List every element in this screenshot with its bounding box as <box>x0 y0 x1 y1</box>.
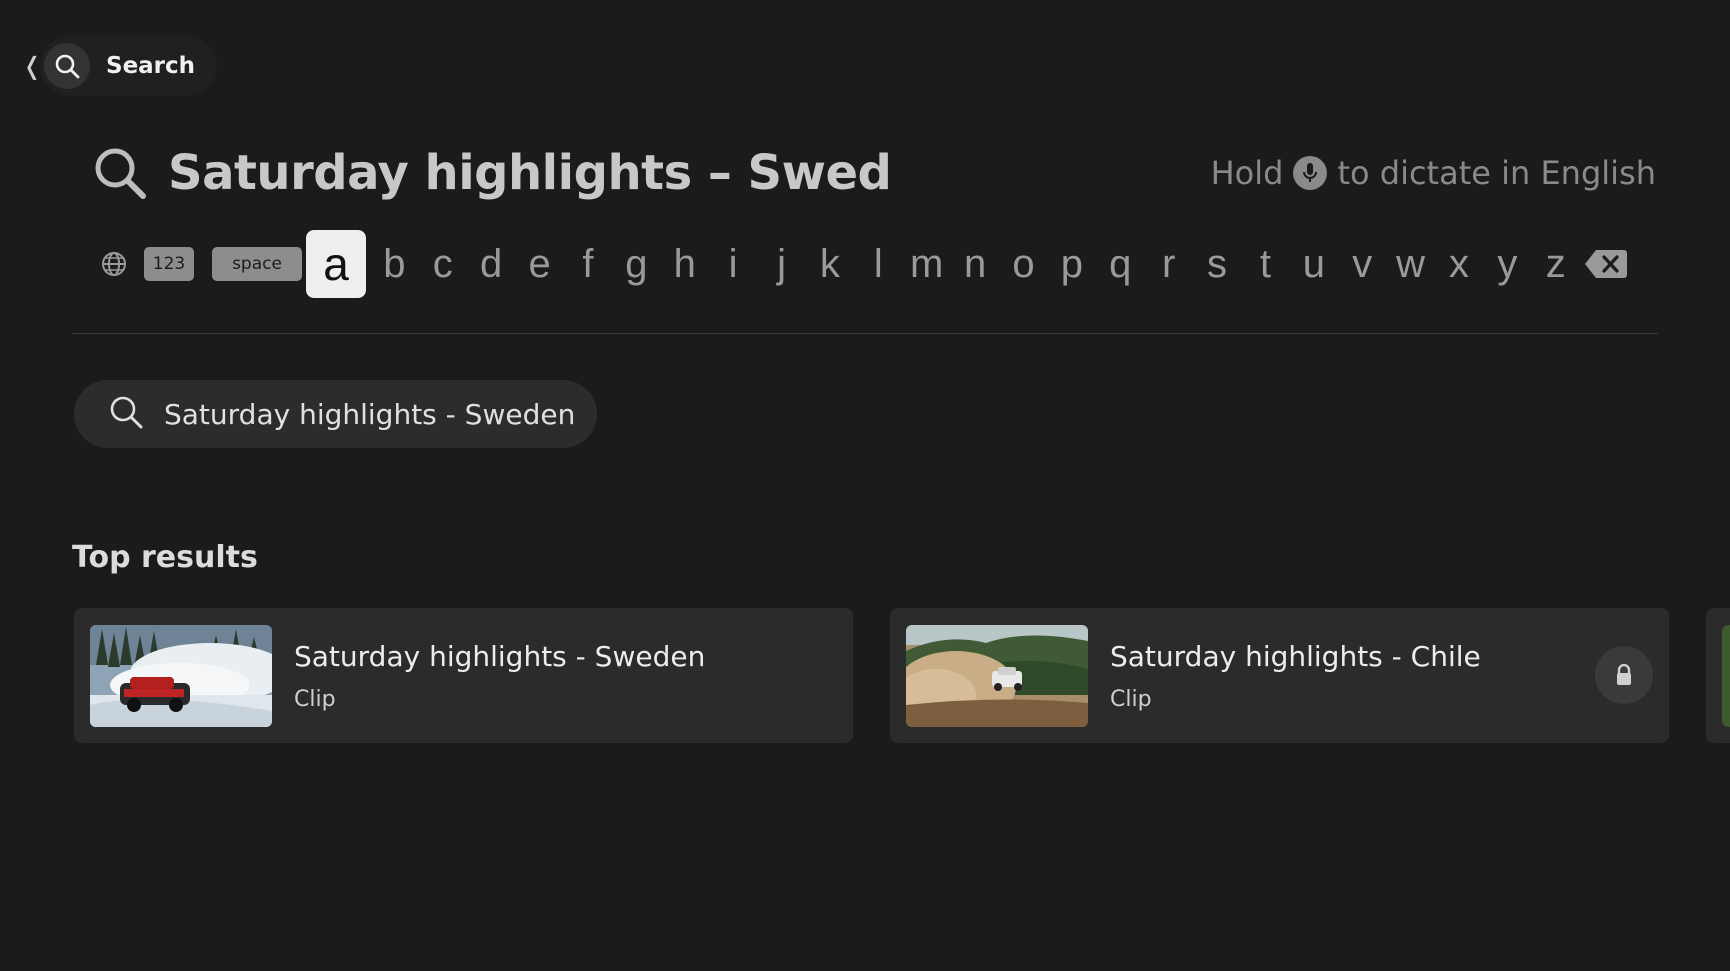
keyboard-divider <box>72 333 1658 334</box>
nav-search-pill[interactable]: Search <box>40 36 218 96</box>
key-j[interactable]: j <box>762 242 802 287</box>
backspace-icon[interactable] <box>1584 247 1628 281</box>
key-n[interactable]: n <box>955 242 995 287</box>
space-key[interactable]: space <box>212 247 302 281</box>
thumbnail-image-peek <box>1722 624 1730 727</box>
key-b[interactable]: b <box>374 242 414 287</box>
suggestion-text: Saturday highlights - Sweden <box>164 397 576 431</box>
key-s[interactable]: s <box>1197 242 1237 287</box>
thumbnail-image-chile <box>906 624 1088 727</box>
key-d[interactable]: d <box>471 242 511 287</box>
result-subtitle: Clip <box>294 686 336 712</box>
key-u[interactable]: u <box>1294 242 1334 287</box>
key-a[interactable]: a <box>306 230 366 298</box>
key-t[interactable]: t <box>1245 242 1285 287</box>
query-search-icon <box>92 145 148 201</box>
dictate-suffix: to dictate in English <box>1337 154 1656 192</box>
dictate-prefix: Hold <box>1210 154 1284 192</box>
key-k[interactable]: k <box>810 242 850 287</box>
key-m[interactable]: m <box>907 242 947 287</box>
key-w[interactable]: w <box>1391 242 1431 287</box>
result-card-peek[interactable] <box>1706 608 1730 743</box>
key-l[interactable]: l <box>858 242 898 287</box>
key-g[interactable]: g <box>616 242 656 287</box>
nav-label: Search <box>106 53 196 79</box>
microphone-icon <box>1293 156 1328 190</box>
suggestion-search-icon <box>108 394 144 434</box>
query-text[interactable]: Saturday highlights – Swed <box>168 145 892 201</box>
result-text: Saturday highlights - Chile Clip <box>1110 640 1481 712</box>
key-f[interactable]: f <box>568 242 608 287</box>
result-subtitle: Clip <box>1110 686 1152 712</box>
key-o[interactable]: o <box>1003 242 1043 287</box>
key-x[interactable]: x <box>1439 242 1479 287</box>
top-results-heading: Top results <box>72 540 258 575</box>
lock-icon <box>1595 646 1653 704</box>
result-card[interactable]: Saturday highlights - Sweden Clip <box>74 608 853 743</box>
key-h[interactable]: h <box>665 242 705 287</box>
search-screen: ❬ Search Saturday highlights – Swed Hold… <box>0 0 1730 971</box>
result-title: Saturday highlights - Chile <box>1110 639 1481 673</box>
key-p[interactable]: p <box>1052 242 1092 287</box>
result-title: Saturday highlights - Sweden <box>294 639 706 673</box>
thumbnail-image-sweden <box>90 624 272 727</box>
key-z[interactable]: z <box>1536 242 1576 287</box>
on-screen-keyboard: 123 space a b c d e f g h i j k l m n o … <box>98 230 1628 298</box>
result-card[interactable]: Saturday highlights - Chile Clip <box>890 608 1669 743</box>
key-v[interactable]: v <box>1342 242 1382 287</box>
key-r[interactable]: r <box>1149 242 1189 287</box>
result-text: Saturday highlights - Sweden Clip <box>294 640 705 712</box>
key-i[interactable]: i <box>713 242 753 287</box>
globe-icon[interactable] <box>98 248 130 280</box>
key-q[interactable]: q <box>1100 242 1140 287</box>
numbers-key[interactable]: 123 <box>144 247 194 281</box>
dictate-hint: Hold to dictate in English <box>1211 154 1656 192</box>
key-y[interactable]: y <box>1487 242 1527 287</box>
key-e[interactable]: e <box>520 242 560 287</box>
letter-keys: a b c d e f g h i j k l m n o p q r s t … <box>306 230 1576 298</box>
key-c[interactable]: c <box>423 242 463 287</box>
search-suggestion[interactable]: Saturday highlights - Sweden <box>74 380 597 448</box>
search-icon <box>44 43 90 89</box>
query-row: Saturday highlights – Swed Hold to dicta… <box>92 140 1656 206</box>
